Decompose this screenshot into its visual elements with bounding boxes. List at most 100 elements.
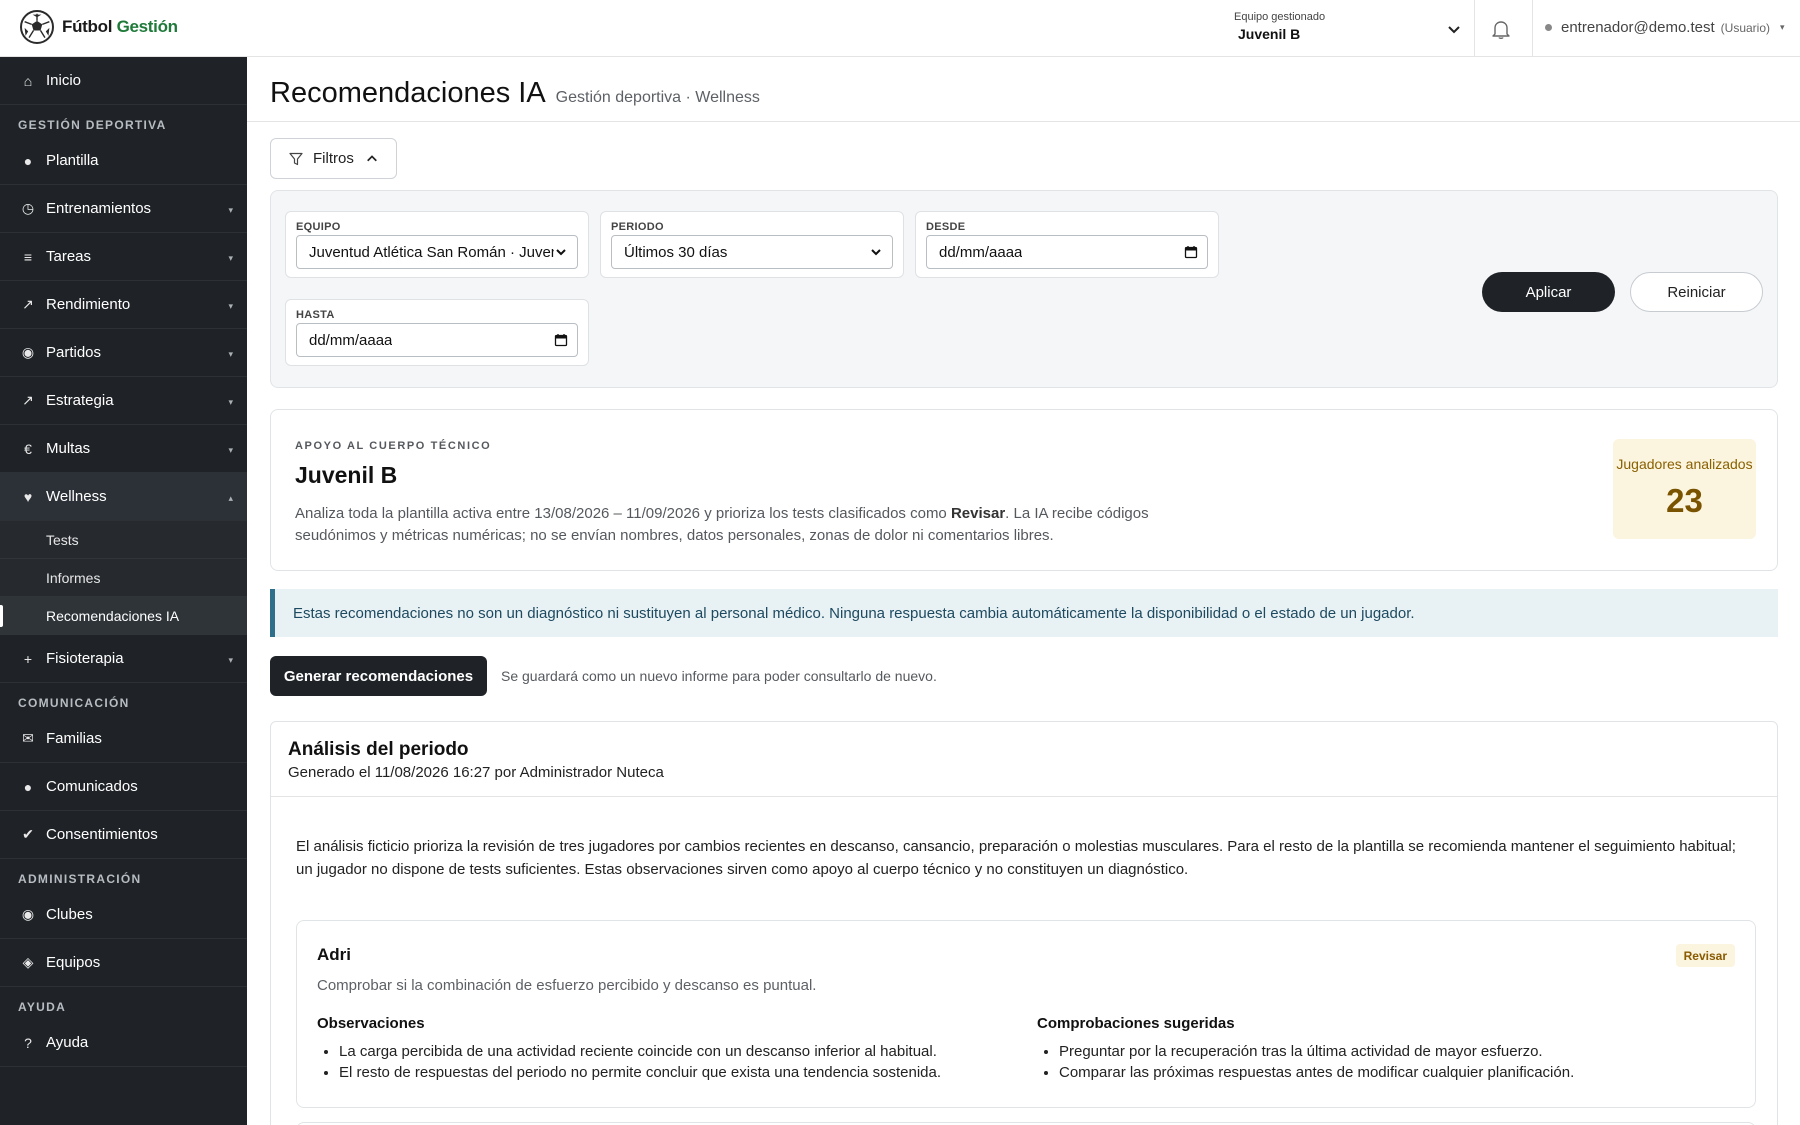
support-description-text: Analiza toda la plantilla activa entre 1… (295, 505, 951, 522)
status-badge: Revisar (1675, 944, 1735, 967)
hasta-field: HASTA dd/mm/aaaa (285, 299, 589, 366)
calendar-icon[interactable] (554, 333, 568, 347)
periodo-select-value: Últimos 30 días (624, 243, 728, 261)
period-analysis-card: Análisis del periodo Generado el 11/08/2… (270, 721, 1778, 1125)
analysis-meta: Generado el 11/08/2026 16:27 por Adminis… (288, 764, 664, 781)
sidebar-item-label: Consentimientos (46, 826, 158, 843)
generate-recommendations-button[interactable]: Generar recomendaciones (270, 656, 487, 696)
desde-label: DESDE (926, 221, 966, 233)
observations-heading: Observaciones (317, 1015, 425, 1032)
periodo-select[interactable]: Últimos 30 días (611, 235, 893, 269)
topbar-divider (1474, 0, 1475, 56)
sidebar-item-label: Comunicados (46, 778, 138, 795)
sidebar-section-administracion: ADMINISTRACIÓN (18, 872, 142, 886)
sidebar-item-rendimiento[interactable]: ↗ Rendimiento ▾ (0, 281, 247, 329)
sidebar-subitem-recomendaciones-ia[interactable]: Recomendaciones IA (0, 597, 247, 635)
generate-hint: Se guardará como un nuevo informe para p… (501, 668, 937, 684)
sidebar-item-label: Estrategia (46, 392, 114, 409)
sidebar-item-label: Fisioterapia (46, 650, 124, 667)
medical-disclaimer-notice: Estas recomendaciones no son un diagnóst… (270, 589, 1778, 637)
sidebar-item-equipos[interactable]: ◈ Equipos (0, 939, 247, 987)
chevron-down-icon (871, 249, 881, 256)
sidebar-item-label: Ayuda (46, 1034, 89, 1051)
support-team-name: Juvenil B (295, 462, 398, 488)
sidebar-item-tareas[interactable]: ≡ Tareas ▾ (0, 233, 247, 281)
players-analyzed-value: 23 (1666, 482, 1703, 519)
sidebar-item-entrenamientos[interactable]: ◷ Entrenamientos ▾ (0, 185, 247, 233)
topbar-divider (1532, 0, 1533, 56)
sidebar-item-clubes[interactable]: ◉ Clubes (0, 891, 247, 939)
notifications-bell-icon[interactable] (1490, 18, 1512, 40)
diamond-icon: ◈ (22, 954, 34, 970)
page-breadcrumb: Gestión deportiva · Wellness (555, 89, 760, 106)
sidebar-item-label: Inicio (46, 72, 82, 89)
equipo-field: EQUIPO Juventud Atlética San Román · Juv… (285, 211, 589, 278)
sidebar-subitem-informes[interactable]: Informes (0, 559, 247, 597)
page-header: Recomendaciones IA Gestión deportiva · W… (270, 77, 760, 110)
managed-team-select[interactable]: Equipo gestionado Juvenil B (1222, 0, 1474, 56)
page-title: Recomendaciones IA (270, 77, 546, 109)
support-eyebrow: APOYO AL CUERPO TÉCNICO (295, 440, 492, 452)
sidebar-item-plantilla[interactable]: ● Plantilla (0, 137, 247, 185)
checks-list: Preguntar por la recuperación tras la úl… (1037, 1041, 1574, 1083)
sidebar-item-label: Tareas (46, 248, 92, 265)
sidebar-item-ayuda[interactable]: ? Ayuda (0, 1019, 247, 1067)
mail-icon: ✉ (22, 730, 34, 746)
periodo-label: PERIODO (611, 221, 664, 233)
dot-icon: ● (23, 152, 33, 169)
sidebar-item-comunicados[interactable]: ● Comunicados (0, 763, 247, 811)
filters-toggle-label: Filtros (313, 150, 354, 167)
dot-icon: ● (23, 778, 33, 795)
chevron-down-icon: ▾ (228, 301, 233, 311)
sidebar-item-label: Plantilla (46, 152, 99, 169)
sidebar-item-inicio[interactable]: ⌂ Inicio (0, 57, 247, 105)
filters-toggle-button[interactable]: Filtros (270, 138, 397, 179)
analysis-title: Análisis del periodo (288, 739, 469, 760)
apply-filters-button[interactable]: Aplicar (1482, 272, 1615, 312)
chevron-down-icon (1448, 26, 1460, 34)
analysis-summary: El análisis ficticio prioriza la revisió… (296, 838, 1736, 878)
chevron-down-icon: ▾ (228, 445, 233, 455)
sidebar-item-estrategia[interactable]: ↗ Estrategia ▾ (0, 377, 247, 425)
user-status-dot (1545, 24, 1552, 31)
sidebar-section-ayuda: AYUDA (18, 1000, 67, 1014)
periodo-field: PERIODO Últimos 30 días (600, 211, 904, 278)
trend-arrow-icon: ↗ (22, 392, 34, 408)
chevron-down-icon: ▾ (228, 205, 233, 215)
chevron-down-icon: ▾ (228, 253, 233, 263)
player-name: Adri (317, 945, 351, 964)
sidebar-item-fisioterapia[interactable]: + Fisioterapia ▾ (0, 635, 247, 683)
sidebar-subitem-tests[interactable]: Tests (0, 521, 247, 559)
list-item: La carga percibida de una actividad reci… (339, 1041, 941, 1062)
list-item: Preguntar por la recuperación tras la úl… (1059, 1041, 1574, 1062)
caret-down-icon: ▾ (1780, 22, 1785, 32)
list-icon: ≡ (23, 248, 33, 265)
calendar-icon[interactable] (1184, 245, 1198, 259)
equipo-select[interactable]: Juventud Atlética San Román · Juvenil B (296, 235, 578, 269)
sidebar-item-label: Multas (46, 440, 91, 457)
chevron-up-icon: ▴ (228, 493, 233, 503)
target-icon: ◉ (21, 906, 35, 922)
filters-panel: EQUIPO Juventud Atlética San Román · Juv… (270, 190, 1778, 388)
sidebar-item-label: Partidos (46, 344, 102, 361)
equipo-label: EQUIPO (296, 221, 341, 233)
sidebar-item-wellness[interactable]: ♥ Wellness ▴ (0, 473, 247, 521)
brand[interactable]: Fútbol Gestión (20, 10, 178, 44)
top-bar: Fútbol Gestión Equipo gestionado Juvenil… (0, 0, 1800, 57)
reset-filters-button[interactable]: Reiniciar (1630, 272, 1763, 312)
sidebar-item-familias[interactable]: ✉ Familias (0, 715, 247, 763)
sidebar-item-label: Clubes (46, 906, 93, 923)
euro-icon: € (24, 440, 32, 457)
trend-arrow-icon: ↗ (22, 296, 34, 312)
header-divider (247, 121, 1800, 122)
hasta-date-input[interactable]: dd/mm/aaaa (296, 323, 578, 357)
analysis-header: Análisis del periodo Generado el 11/08/2… (271, 722, 1777, 797)
sidebar-item-partidos[interactable]: ◉ Partidos ▾ (0, 329, 247, 377)
clock-icon: ◷ (21, 200, 35, 216)
target-icon: ◉ (21, 344, 35, 360)
sidebar-item-consentimientos[interactable]: ✔ Consentimientos (0, 811, 247, 859)
observations-list: La carga percibida de una actividad reci… (317, 1041, 941, 1083)
desde-date-input[interactable]: dd/mm/aaaa (926, 235, 1208, 269)
user-menu[interactable]: entrenador@demo.test (Usuario) ▾ (1545, 19, 1785, 36)
sidebar-item-multas[interactable]: € Multas ▾ (0, 425, 247, 473)
